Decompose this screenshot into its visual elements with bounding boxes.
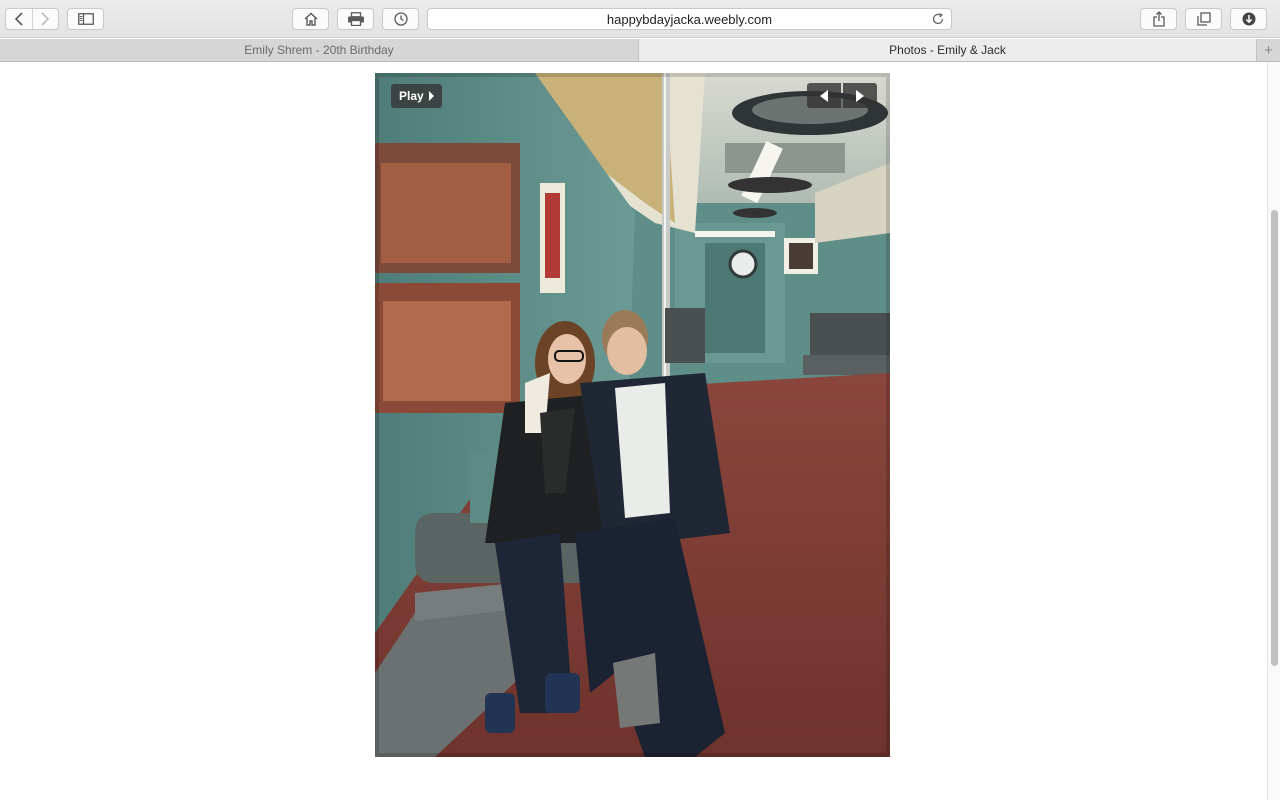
downloads-button[interactable] xyxy=(1230,8,1267,30)
tab-photos[interactable]: Photos - Emily & Jack xyxy=(639,39,1257,61)
previous-photo-button[interactable] xyxy=(807,83,841,108)
back-arrow-icon xyxy=(14,12,23,26)
history-button[interactable] xyxy=(382,8,419,30)
new-tab-button[interactable]: + xyxy=(1257,39,1280,61)
scrollbar-thumb[interactable] xyxy=(1271,210,1278,666)
play-button[interactable]: Play xyxy=(391,84,442,108)
downloads-icon xyxy=(1242,12,1255,26)
next-photo-button[interactable] xyxy=(843,83,877,108)
address-text: happybdayjacka.weebly.com xyxy=(606,11,773,27)
history-icon xyxy=(393,12,408,26)
triangle-left-icon xyxy=(820,89,828,102)
share-button[interactable] xyxy=(1140,8,1177,30)
page-content: Play xyxy=(0,62,1267,800)
sidebar-icon xyxy=(77,13,94,25)
reload-icon[interactable] xyxy=(931,12,945,26)
forward-arrow-icon xyxy=(41,12,50,26)
subway-photo-image xyxy=(375,73,890,757)
vertical-scrollbar[interactable] xyxy=(1267,62,1280,800)
tab-emily-birthday[interactable]: Emily Shrem - 20th Birthday xyxy=(0,39,639,61)
play-label: Play xyxy=(399,89,424,103)
back-forward-group xyxy=(5,8,59,30)
share-icon xyxy=(1152,11,1165,27)
forward-button[interactable] xyxy=(31,9,58,29)
address-bar[interactable]: happybdayjacka.weebly.com xyxy=(427,8,952,30)
slideshow-photo[interactable]: Play xyxy=(375,73,890,757)
print-icon xyxy=(347,12,364,26)
home-button[interactable] xyxy=(292,8,329,30)
play-icon xyxy=(428,91,434,101)
sidebar-button[interactable] xyxy=(67,8,104,30)
home-icon xyxy=(304,12,317,26)
plus-icon: + xyxy=(1264,41,1273,59)
triangle-right-icon xyxy=(856,89,864,102)
tabs-overview-button[interactable] xyxy=(1185,8,1222,30)
browser-toolbar: happybdayjacka.weebly.com xyxy=(0,0,1280,38)
print-button[interactable] xyxy=(337,8,374,30)
tab-bar: Emily Shrem - 20th Birthday Photos - Emi… xyxy=(0,39,1280,62)
tab-label: Photos - Emily & Jack xyxy=(889,43,1006,57)
tabs-overview-icon xyxy=(1196,12,1211,26)
back-button[interactable] xyxy=(6,9,32,29)
tab-label: Emily Shrem - 20th Birthday xyxy=(244,43,394,57)
